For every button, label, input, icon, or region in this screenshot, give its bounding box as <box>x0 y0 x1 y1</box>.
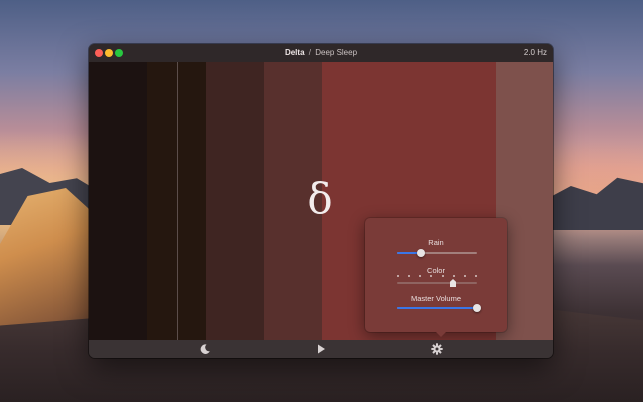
color-slider-knob[interactable] <box>450 279 456 287</box>
color-slider-tick <box>452 275 455 277</box>
rain-slider-knob[interactable] <box>417 249 425 257</box>
color-slider-tick <box>475 275 477 277</box>
master-volume-slider-fill <box>397 307 477 309</box>
frequency-readout: 2.0 Hz <box>523 48 547 57</box>
visualizer-area[interactable]: δ Rain Color Master Volume <box>89 62 553 340</box>
color-slider-tick <box>408 275 411 277</box>
title-bar[interactable]: Delta / Deep Sleep 2.0 Hz <box>89 44 553 62</box>
color-slider-tick <box>419 275 422 277</box>
window-title: Delta / Deep Sleep <box>89 48 553 57</box>
master-volume-label: Master Volume <box>410 294 462 303</box>
color-slider-tick <box>463 275 466 277</box>
color-band-3 <box>206 62 264 340</box>
rain-label: Rain <box>428 238 444 247</box>
gear-icon[interactable] <box>431 343 443 355</box>
bottom-toolbar <box>89 340 553 358</box>
color-slider-tick <box>397 275 399 277</box>
title-preset-description: Deep Sleep <box>315 48 358 57</box>
wallpaper-mountain-right <box>540 177 643 230</box>
popover-arrow <box>435 331 447 337</box>
color-slider-tick <box>430 275 433 277</box>
color-label: Color <box>427 266 445 275</box>
delta-symbol: δ <box>307 174 333 223</box>
band-divider-line <box>177 62 178 340</box>
settings-popover: Rain Color Master Volume <box>365 218 507 337</box>
play-icon[interactable] <box>315 343 327 355</box>
title-preset-name: Delta <box>284 48 305 57</box>
color-slider[interactable] <box>397 275 477 287</box>
title-separator: / <box>308 48 311 57</box>
color-slider-tick <box>441 275 444 277</box>
master-volume-slider-knob[interactable] <box>473 304 481 312</box>
color-band-1 <box>89 62 147 340</box>
moon-icon[interactable] <box>199 343 211 355</box>
rain-slider[interactable] <box>397 249 477 257</box>
app-window: Delta / Deep Sleep 2.0 Hz δ Rain Color M… <box>89 44 553 358</box>
master-volume-slider[interactable] <box>397 304 481 312</box>
